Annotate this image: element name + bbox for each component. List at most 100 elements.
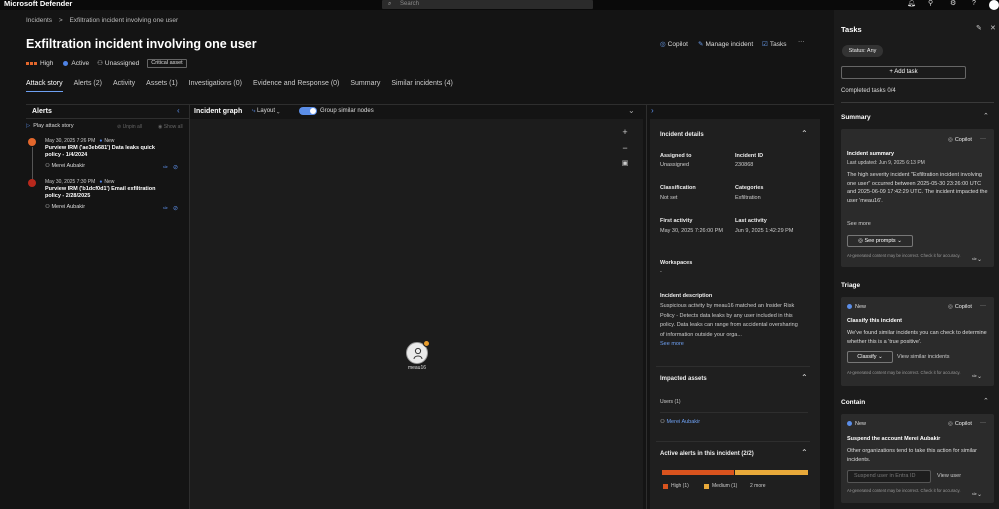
feedback-icon[interactable]: ✑⌄ (972, 256, 982, 263)
triage-section-title: Triage (841, 282, 861, 289)
new-dot-icon: ● (99, 179, 103, 185)
view-user-link[interactable]: View user (937, 473, 961, 479)
chevron-up-icon[interactable]: ⌃ (801, 129, 808, 138)
feedback-icon[interactable]: ✑⌄ (972, 373, 982, 380)
hide-icon[interactable]: ⊘ (173, 165, 178, 171)
divider (841, 102, 994, 103)
tab-evidence[interactable]: Evidence and Response (0) (253, 80, 339, 92)
zoom-in-button[interactable]: + (619, 126, 631, 138)
summary-see-more-link[interactable]: See more (847, 221, 871, 227)
legend-more[interactable]: 2 more (750, 483, 766, 489)
app-title[interactable]: Microsoft Defender (4, 0, 72, 8)
show-label: Show all (163, 124, 183, 130)
tab-activity[interactable]: Activity (113, 80, 135, 92)
tasks-button[interactable]: ☑ Tasks (762, 40, 786, 48)
classification-label: Classification (660, 185, 696, 191)
hide-icon[interactable]: ⊘ (173, 206, 178, 212)
first-activity-label: First activity (660, 218, 693, 224)
unpin-all-button[interactable]: ⊘ Unpin all (117, 124, 142, 130)
users-count: Users (1) (660, 399, 681, 405)
contain-status: New (847, 421, 866, 427)
chevron-down-icon[interactable]: ⌄ (628, 106, 635, 115)
people-icon[interactable]: ⚲ (928, 0, 933, 8)
contain-body: Other organizations tend to take this ac… (847, 448, 977, 463)
alert-badge-icon (423, 340, 430, 347)
workspaces-label: Workspaces (660, 260, 693, 266)
suspend-user-input[interactable]: Suspend user in Entra ID (847, 470, 931, 483)
collapse-details-icon[interactable]: › (651, 106, 654, 115)
collapse-alerts-icon[interactable]: ‹ (177, 106, 180, 115)
alert-name[interactable]: Purview IRM ('b1dcf0d1') Email exfiltrat… (45, 186, 170, 200)
person-icon: ⚇ (97, 60, 103, 67)
contain-disclaimer: AI-generated content may be incorrect. C… (847, 488, 961, 493)
tab-summary[interactable]: Summary (350, 80, 380, 92)
chevron-up-icon[interactable]: ⌃ (801, 448, 808, 457)
gear-icon[interactable]: ⚙ (950, 0, 956, 8)
pin-icon[interactable]: ✑ (163, 165, 168, 171)
zoom-out-button[interactable]: − (619, 142, 631, 154)
breadcrumb-incidents[interactable]: Incidents (26, 17, 52, 24)
copilot-button[interactable]: ◎ Copilot (660, 40, 688, 48)
impacted-user[interactable]: ⚇ Merei Aubakir (660, 418, 700, 427)
tab-bar: Attack story Alerts (2) Activity Assets … (26, 80, 464, 92)
critical-asset-tag: Critical asset (147, 58, 187, 68)
tab-attack-story[interactable]: Attack story (26, 80, 63, 92)
see-prompts-button[interactable]: ◎ See prompts ⌄ (847, 235, 913, 247)
medium-swatch (704, 483, 709, 489)
fit-screen-button[interactable]: ▣ (619, 158, 631, 170)
active-alerts-title: Active alerts in this incident (2/2) (660, 451, 754, 457)
impacted-user-link[interactable]: Merei Aubakir (666, 419, 700, 425)
close-icon[interactable]: ✕ (990, 24, 996, 32)
tab-similar-incidents[interactable]: Similar incidents (4) (391, 80, 452, 92)
see-more-link[interactable]: See more (660, 341, 684, 347)
help-icon[interactable]: ? (972, 0, 976, 8)
feedback-icon[interactable]: ✑⌄ (972, 491, 982, 498)
triage-disclaimer: AI-generated content may be incorrect. C… (847, 370, 961, 375)
copilot-label: Copilot (667, 41, 688, 48)
chevron-up-icon[interactable]: ⌃ (983, 397, 989, 405)
graph-title: Incident graph (194, 108, 243, 115)
show-all-button[interactable]: ◉ Show all (158, 124, 183, 130)
assignee-label: Unassigned (104, 59, 140, 67)
person-icon: ⚇ (45, 204, 50, 210)
layout-label: Layout (257, 108, 276, 114)
more-actions-button[interactable]: ··· (798, 38, 805, 45)
alert-row-actions: ✑ ⊘ (163, 164, 178, 171)
chevron-up-icon[interactable]: ⌃ (983, 112, 989, 120)
incident-graph-canvas[interactable] (190, 119, 643, 509)
more-icon[interactable]: ··· (980, 136, 986, 142)
tab-alerts[interactable]: Alerts (2) (74, 80, 102, 92)
classify-button[interactable]: Classify ⌄ (847, 351, 893, 363)
group-similar-toggle[interactable] (299, 107, 317, 115)
prompt-icon: ◎ (858, 238, 863, 244)
tab-investigations[interactable]: Investigations (0) (189, 80, 242, 92)
chevron-down-icon: ⌄ (276, 108, 280, 114)
alert-status: New (104, 138, 115, 144)
alert-name[interactable]: Purview IRM ('ae3eb681') Data leaks quic… (45, 145, 170, 159)
categories-label: Categories (735, 185, 764, 191)
status-filter[interactable]: Status: Any (842, 45, 883, 57)
bell-icon[interactable]: 🔔︎ (907, 0, 916, 8)
more-icon[interactable]: ··· (980, 420, 986, 426)
severity-icon (26, 61, 37, 65)
more-icon[interactable]: ··· (980, 303, 986, 309)
layout-dropdown[interactable]: ⤷ Layout ⌄ (252, 108, 280, 115)
edit-icon[interactable]: ✎ (976, 24, 982, 32)
avatar[interactable] (989, 0, 999, 10)
play-attack-story-button[interactable]: ▷ Play attack story (26, 123, 74, 129)
divider (26, 118, 189, 119)
tab-assets[interactable]: Assets (1) (146, 80, 178, 92)
chevron-up-icon[interactable]: ⌃ (801, 373, 808, 382)
search-input[interactable]: ⌕ Search (382, 0, 593, 9)
last-activity-label: Last activity (735, 218, 767, 224)
view-similar-incidents-link[interactable]: View similar incidents (897, 354, 949, 360)
manage-incident-button[interactable]: ✎ Manage incident (698, 40, 753, 48)
tasks-label: Tasks (769, 41, 787, 48)
add-task-button[interactable]: + Add task (841, 66, 966, 79)
alert-date-text: May 30, 2025 7:26 PM (45, 138, 96, 144)
classification-value: Not set (660, 195, 678, 201)
pin-icon[interactable]: ✑ (163, 206, 168, 212)
chevron-down-icon: ⌄ (878, 354, 883, 360)
tasks-icon: ☑ (762, 41, 768, 48)
person-icon (413, 347, 423, 360)
